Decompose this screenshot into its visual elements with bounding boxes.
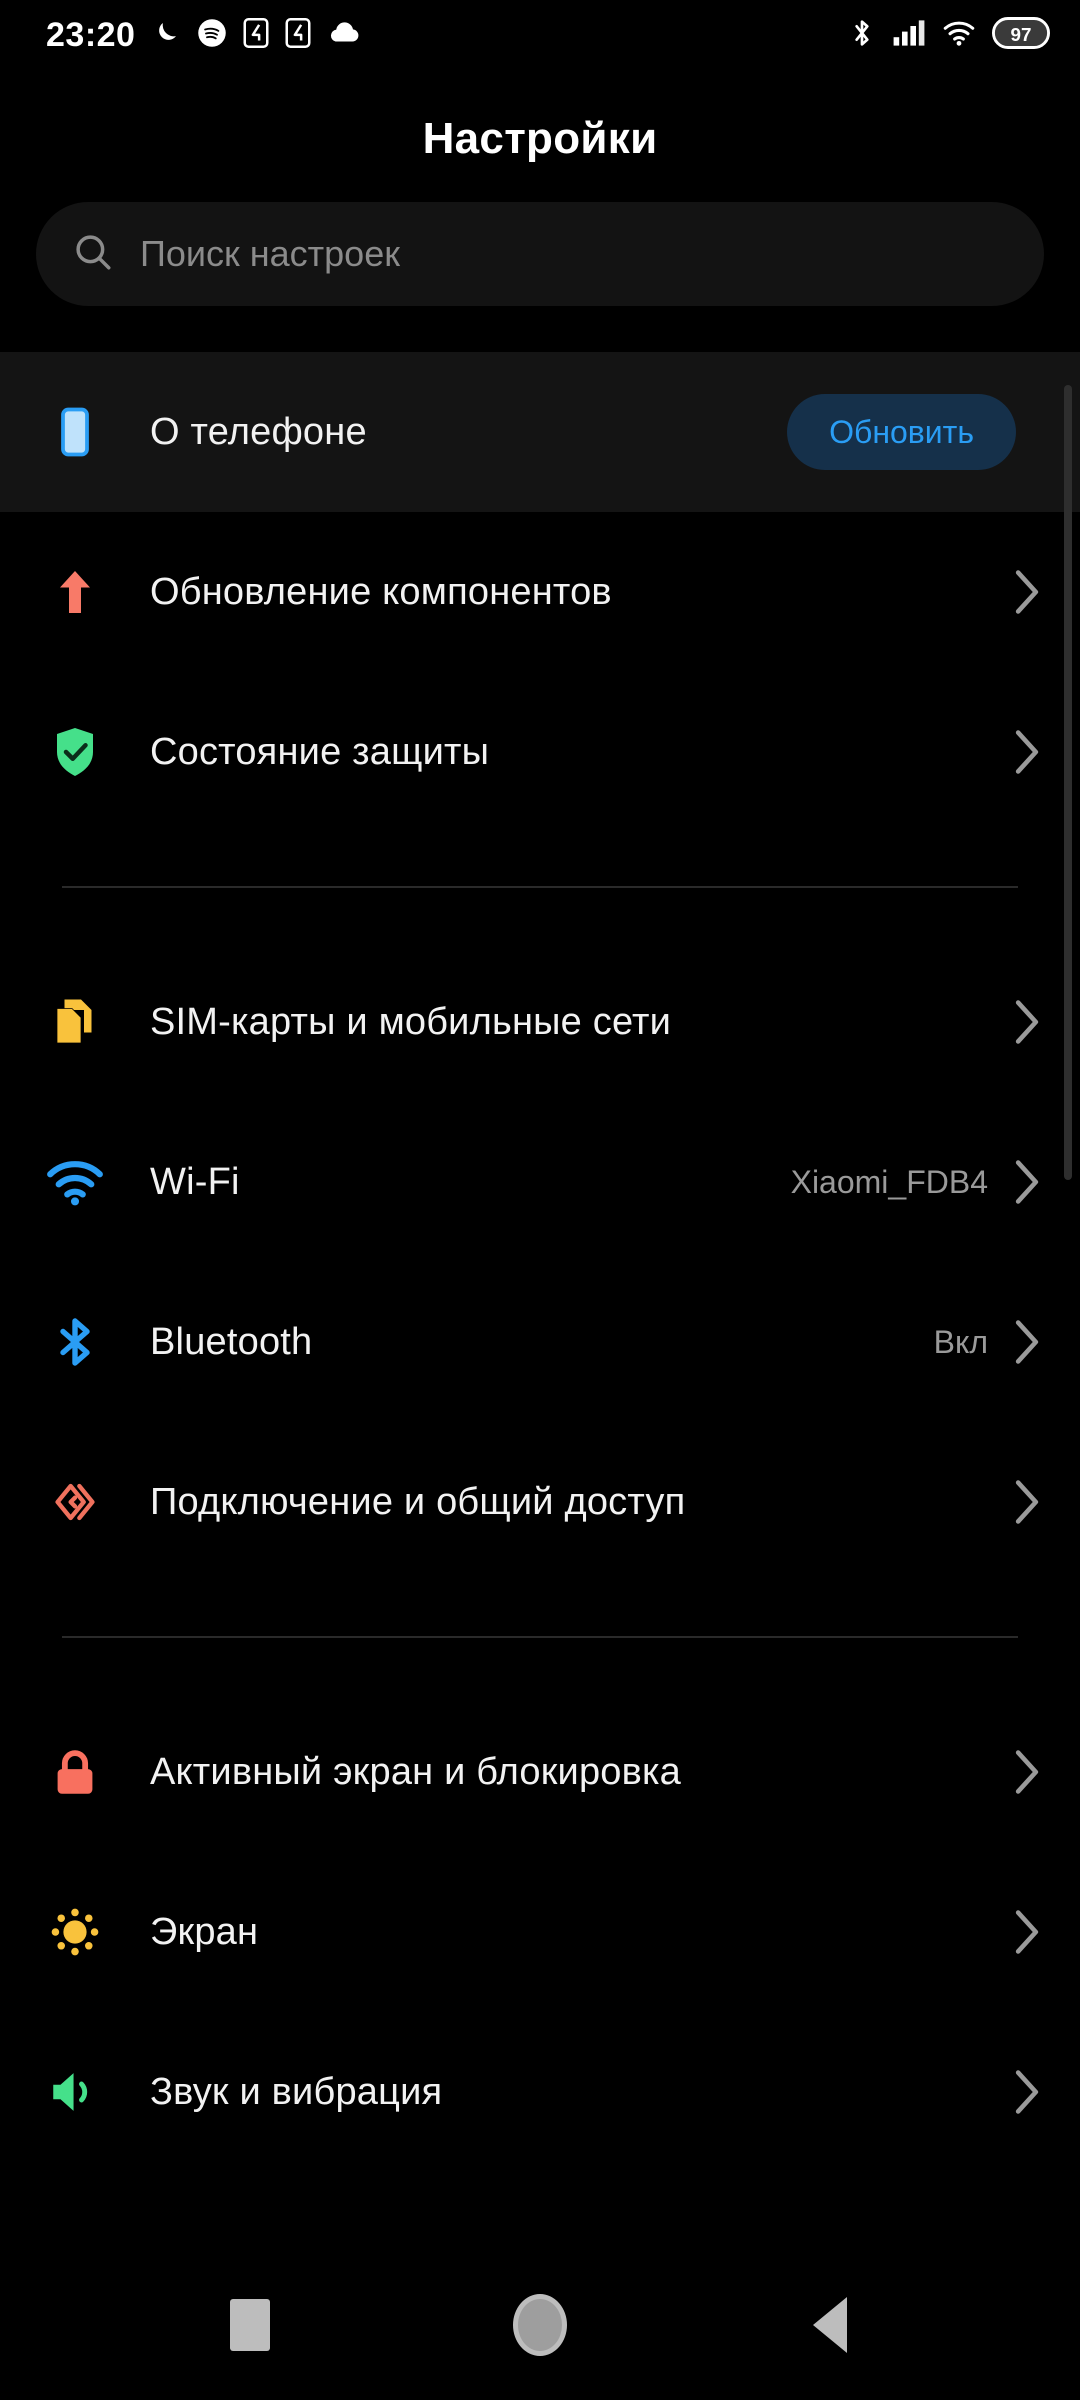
settings-row-bluetooth[interactable]: Bluetooth Вкл [0, 1262, 1080, 1422]
wifi-icon [942, 19, 976, 52]
settings-row-about-phone[interactable]: О телефоне Обновить [0, 352, 1080, 512]
settings-row-sim-cards[interactable]: SIM-карты и мобильные сети [0, 942, 1080, 1102]
settings-row-label: Bluetooth [150, 1320, 313, 1363]
back-triangle-icon[interactable] [785, 2280, 875, 2370]
home-circle-icon[interactable] [495, 2280, 585, 2370]
phone-icon [0, 402, 150, 462]
chevron-right-icon [1010, 1319, 1044, 1365]
chevron-right-icon [1010, 1159, 1044, 1205]
app-notification-icon [285, 17, 311, 53]
sun-icon [0, 1903, 150, 1961]
search-icon [72, 231, 114, 278]
chevron-right-icon [1010, 1909, 1044, 1955]
bluetooth-icon [848, 17, 876, 54]
svg-text:97: 97 [1011, 23, 1032, 44]
settings-row-label: Экран [150, 1910, 259, 1953]
settings-row-label: Wi-Fi [150, 1160, 240, 1203]
shield-check-icon [0, 722, 150, 782]
status-bar: 23:20 97 [0, 0, 1080, 70]
status-bar-right: 97 [848, 16, 1050, 54]
settings-row-security-status[interactable]: Состояние защиты [0, 672, 1080, 832]
search-input[interactable]: Поиск настроек [36, 202, 1044, 306]
settings-group-connectivity: SIM-карты и мобильные сети Wi-Fi Xiaomi_… [0, 942, 1080, 1582]
spotify-icon [197, 18, 227, 53]
settings-row-wifi[interactable]: Wi-Fi Xiaomi_FDB4 [0, 1102, 1080, 1262]
navigation-bar [0, 2250, 1080, 2400]
settings-row-label: SIM-карты и мобильные сети [150, 1000, 672, 1043]
settings-row-label: Подключение и общий доступ [150, 1480, 686, 1523]
settings-row-sound-vibration[interactable]: Звук и вибрация [0, 2012, 1080, 2172]
settings-row-value: Xiaomi_FDB4 [790, 1163, 988, 1200]
chevron-right-icon [1010, 2069, 1044, 2115]
chevron-right-icon [1010, 569, 1044, 615]
settings-group-device: О телефоне Обновить Обновление компонент… [0, 352, 1080, 832]
wifi-icon [0, 1151, 150, 1213]
settings-row-label: Активный экран и блокировка [150, 1750, 681, 1793]
arrow-up-icon [0, 562, 150, 622]
settings-row-component-update[interactable]: Обновление компонентов [0, 512, 1080, 672]
search-container: Поиск настроек [0, 164, 1080, 306]
moon-icon [151, 18, 181, 53]
settings-row-label: О телефоне [150, 410, 367, 453]
cellular-signal-icon [892, 19, 926, 52]
settings-row-connection-sharing[interactable]: Подключение и общий доступ [0, 1422, 1080, 1582]
sim-card-icon [0, 992, 150, 1052]
chevron-right-icon [1010, 999, 1044, 1045]
cloud-icon [327, 20, 361, 51]
settings-row-lock-screen[interactable]: Активный экран и блокировка [0, 1692, 1080, 1852]
search-placeholder: Поиск настроек [140, 233, 400, 274]
settings-group-display: Активный экран и блокировка Экран Звук и… [0, 1692, 1080, 2172]
recents-square-icon[interactable] [205, 2280, 295, 2370]
update-button[interactable]: Обновить [787, 394, 1016, 470]
share-connection-icon [0, 1473, 150, 1531]
chevron-right-icon [1010, 1479, 1044, 1525]
settings-row-display[interactable]: Экран [0, 1852, 1080, 2012]
app-notification-icon [243, 17, 269, 53]
chevron-right-icon [1010, 1749, 1044, 1795]
status-bar-clock: 23:20 [46, 16, 136, 54]
settings-row-label: Состояние защиты [150, 730, 490, 773]
scrollbar-thumb[interactable] [1064, 385, 1072, 1180]
page-title: Настройки [422, 114, 658, 163]
battery-icon: 97 [992, 16, 1050, 54]
bluetooth-icon [0, 1312, 150, 1372]
settings-row-label: Обновление компонентов [150, 570, 612, 613]
chevron-right-icon [1010, 729, 1044, 775]
settings-list: О телефоне Обновить Обновление компонент… [0, 352, 1080, 2172]
status-bar-left: 23:20 [46, 16, 361, 54]
settings-row-value: Вкл [933, 1323, 988, 1360]
settings-row-label: Звук и вибрация [150, 2070, 443, 2113]
speaker-icon [0, 2063, 150, 2121]
lock-icon [0, 1743, 150, 1801]
